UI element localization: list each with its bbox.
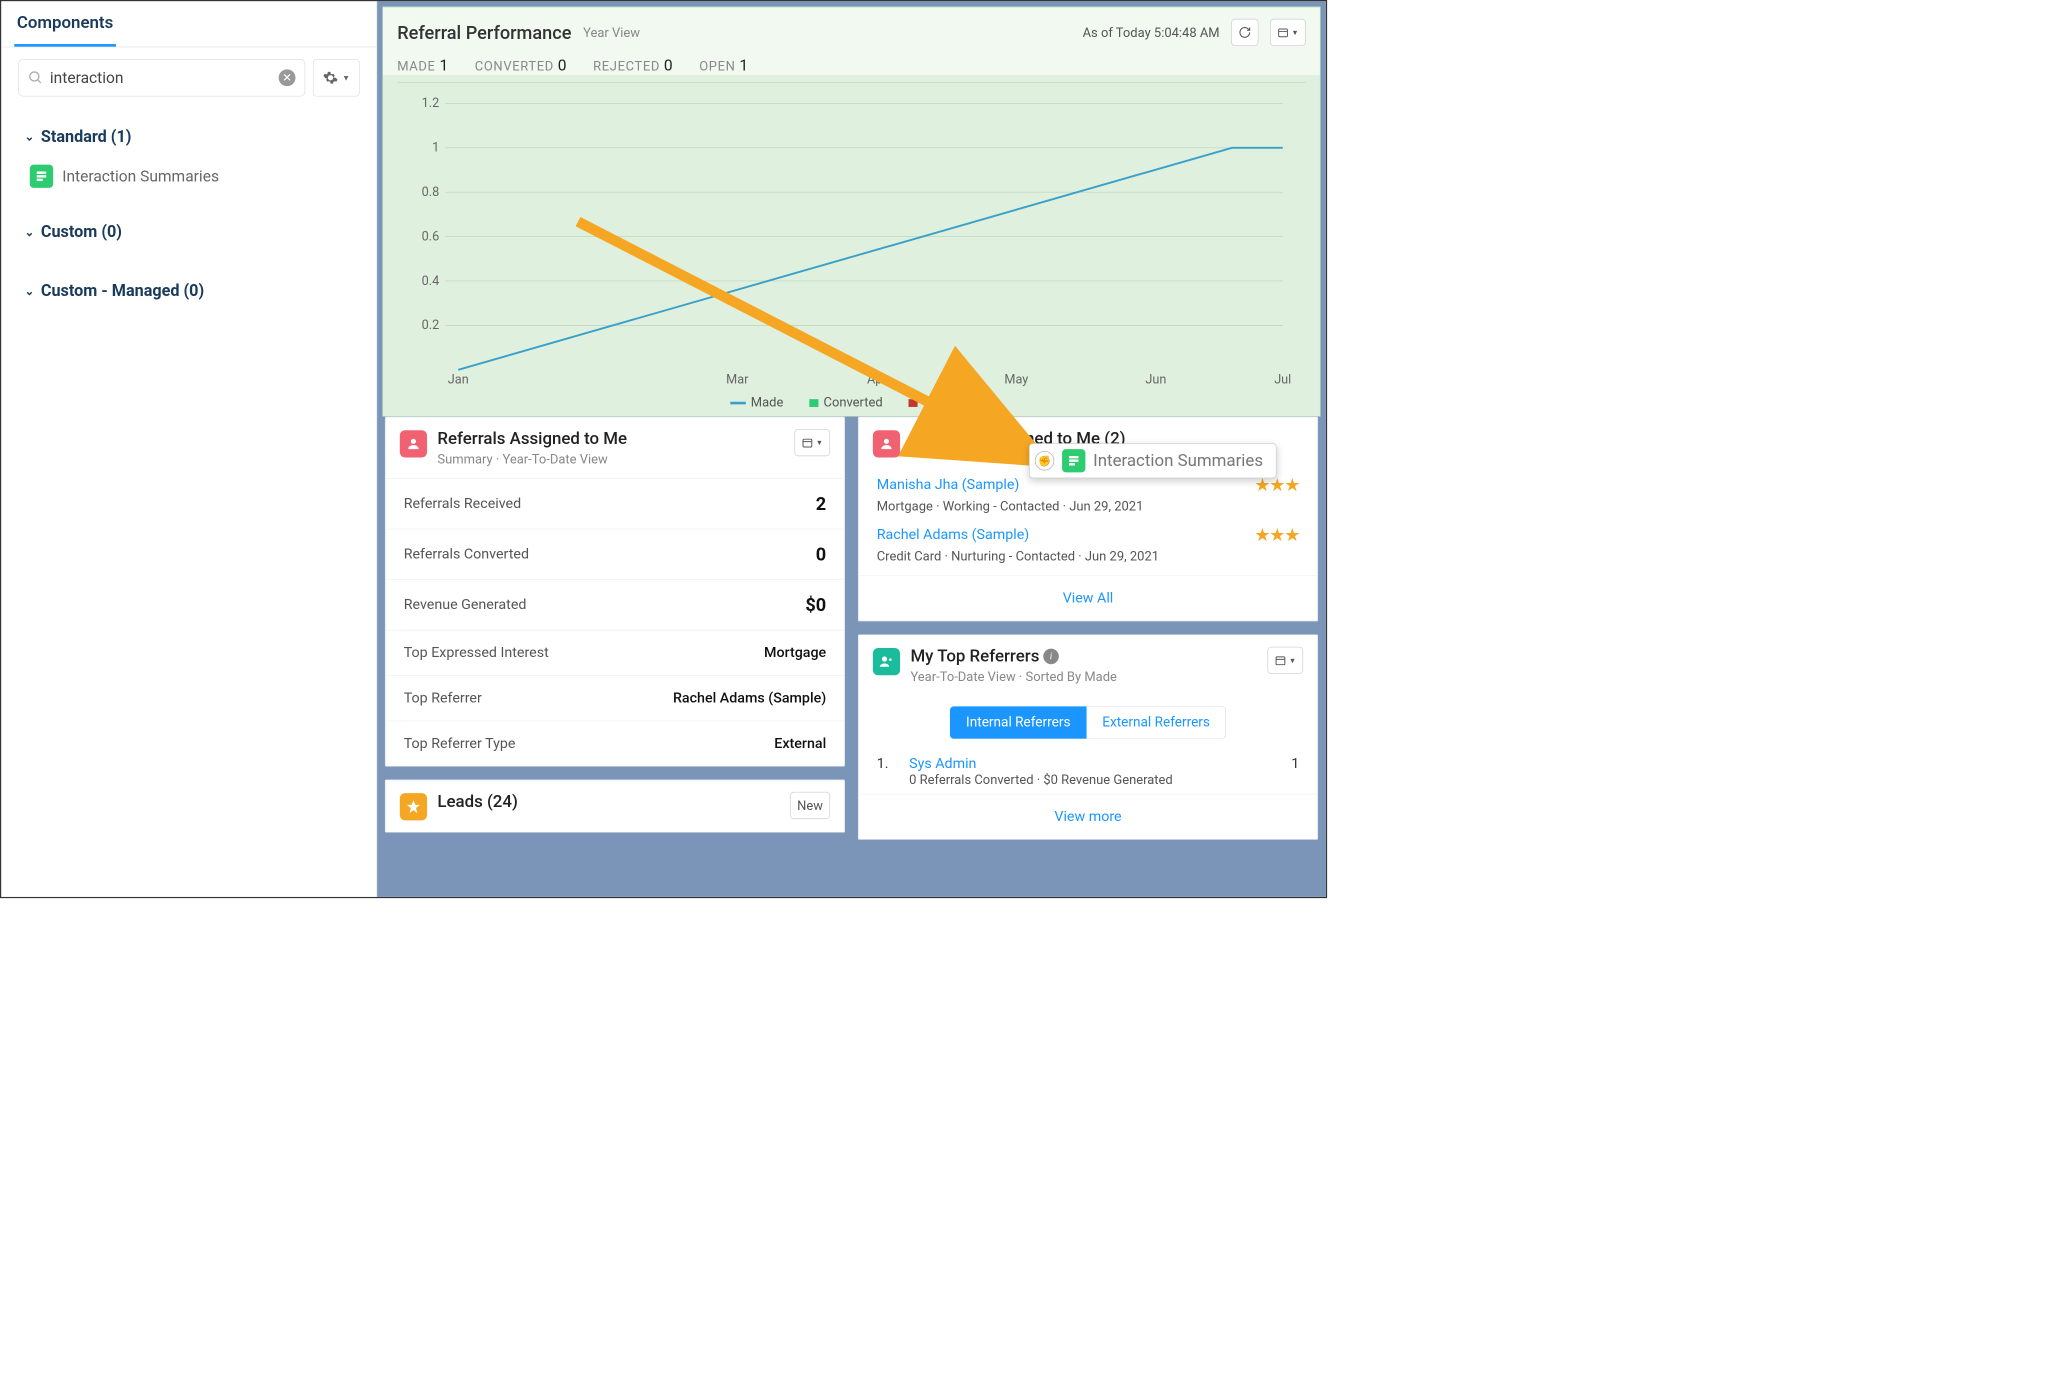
summary-row: Top Expressed InterestMortgage bbox=[386, 630, 845, 675]
search-input[interactable] bbox=[50, 69, 279, 87]
calendar-icon bbox=[802, 437, 814, 449]
card-title: Leads (24) bbox=[437, 792, 517, 811]
stat-rejected: REJECTED0 bbox=[593, 56, 673, 74]
svg-text:Mar: Mar bbox=[726, 373, 749, 388]
info-icon[interactable]: i bbox=[1043, 649, 1059, 665]
settings-button[interactable]: ▼ bbox=[313, 59, 360, 97]
search-icon bbox=[28, 70, 44, 86]
clear-search-icon[interactable]: ✕ bbox=[279, 69, 296, 86]
svg-text:Jul: Jul bbox=[1274, 373, 1291, 388]
components-sidebar: Components ✕ ▼ ⌄ Standard (1) Inter bbox=[1, 1, 377, 897]
svg-text:0.2: 0.2 bbox=[422, 318, 440, 333]
referral-meta: Credit Card · Nurturing - Contacted · Ju… bbox=[877, 548, 1299, 564]
svg-text:Jun: Jun bbox=[1145, 373, 1166, 388]
search-box[interactable]: ✕ bbox=[18, 59, 305, 97]
component-interaction-summaries[interactable]: Interaction Summaries bbox=[18, 158, 359, 194]
view-more-link[interactable]: View more bbox=[859, 794, 1318, 839]
summary-row: Referrals Received2 bbox=[386, 478, 845, 529]
grab-cursor-icon: ✊ bbox=[1035, 451, 1054, 470]
svg-text:Apr: Apr bbox=[867, 373, 887, 388]
date-range-button[interactable]: ▼ bbox=[1268, 647, 1304, 674]
card-title: Referrals Assigned to Me bbox=[437, 429, 627, 448]
component-icon bbox=[30, 165, 53, 188]
drag-preview: ✊ Interaction Summaries bbox=[1029, 443, 1277, 478]
line-chart-svg: 1.2 1 0.8 0.6 0.4 0.2 Jan Mar Apr May Ju… bbox=[397, 91, 1305, 389]
referrer-link[interactable]: Sys Admin bbox=[909, 756, 976, 772]
svg-text:0.6: 0.6 bbox=[422, 229, 440, 244]
page-canvas: Referral Performance Year View As of Tod… bbox=[377, 1, 1326, 897]
referrals-summary-card: Referrals Assigned to Me Summary · Year-… bbox=[385, 417, 845, 767]
rating-stars: ★★★ bbox=[1254, 524, 1299, 545]
stat-open: OPEN1 bbox=[699, 56, 749, 74]
summary-row: Top Referrer TypeExternal bbox=[386, 721, 845, 766]
leads-card: Leads (24) New bbox=[385, 780, 845, 833]
summary-row: Referrals Converted0 bbox=[386, 529, 845, 580]
chevron-down-icon: ⌄ bbox=[25, 284, 35, 298]
caret-down-icon: ▼ bbox=[1292, 28, 1299, 36]
tab-components[interactable]: Components bbox=[14, 1, 116, 46]
stat-made: MADE1 bbox=[397, 56, 449, 74]
referrer-segment: Internal Referrers External Referrers bbox=[859, 696, 1318, 749]
calendar-icon bbox=[1275, 654, 1287, 666]
referrals-icon bbox=[400, 430, 427, 457]
svg-text:Jan: Jan bbox=[448, 373, 469, 388]
caret-down-icon: ▼ bbox=[1289, 656, 1296, 664]
summary-row: Top ReferrerRachel Adams (Sample) bbox=[386, 675, 845, 720]
referrers-icon bbox=[873, 648, 900, 675]
svg-text:0.4: 0.4 bbox=[422, 274, 440, 289]
chart-title: Referral Performance bbox=[397, 22, 571, 43]
top-referrers-card: My Top Referrers i Year-To-Date View · S… bbox=[858, 634, 1318, 839]
chevron-down-icon: ⌄ bbox=[25, 130, 35, 144]
svg-text:1: 1 bbox=[432, 141, 439, 156]
svg-text:1.2: 1.2 bbox=[422, 96, 440, 111]
group-standard[interactable]: ⌄ Standard (1) bbox=[18, 116, 359, 158]
component-icon bbox=[1062, 449, 1085, 472]
new-button[interactable]: New bbox=[790, 792, 830, 819]
as-of-text: As of Today 5:04:48 AM bbox=[1083, 25, 1220, 41]
seg-internal[interactable]: Internal Referrers bbox=[950, 706, 1087, 738]
caret-down-icon: ▼ bbox=[342, 73, 350, 82]
sidebar-tabs: Components bbox=[1, 1, 376, 47]
card-subtitle: Summary · Year-To-Date View bbox=[437, 451, 627, 467]
group-custom-managed[interactable]: ⌄ Custom - Managed (0) bbox=[18, 270, 359, 312]
date-range-button[interactable]: ▼ bbox=[795, 429, 831, 456]
stat-converted: CONVERTED0 bbox=[475, 56, 567, 74]
caret-down-icon: ▼ bbox=[816, 438, 823, 446]
svg-text:May: May bbox=[1004, 373, 1028, 388]
referral-performance-card: Referral Performance Year View As of Tod… bbox=[382, 6, 1320, 416]
svg-text:0.8: 0.8 bbox=[422, 185, 440, 200]
referral-item[interactable]: Rachel Adams (Sample) ★★★ Credit Card · … bbox=[859, 519, 1318, 575]
view-all-link[interactable]: View All bbox=[859, 575, 1318, 620]
summary-row: Revenue Generated$0 bbox=[386, 579, 845, 630]
leads-icon bbox=[400, 793, 427, 820]
card-subtitle: Year-To-Date View · Sorted By Made bbox=[910, 669, 1116, 685]
referrer-row[interactable]: 1. Sys Admin 0 Referrals Converted · $0 … bbox=[859, 749, 1318, 794]
referral-meta: Mortgage · Working - Contacted · Jun 29,… bbox=[877, 498, 1299, 514]
chevron-down-icon: ⌄ bbox=[25, 226, 35, 240]
refresh-icon bbox=[1238, 26, 1251, 39]
referrals-icon bbox=[873, 430, 900, 457]
seg-external[interactable]: External Referrers bbox=[1087, 706, 1226, 738]
group-custom[interactable]: ⌄ Custom (0) bbox=[18, 211, 359, 253]
chart-plot: 1.2 1 0.8 0.6 0.4 0.2 Jan Mar Apr May Ju… bbox=[397, 82, 1305, 409]
referral-link[interactable]: Rachel Adams (Sample) bbox=[877, 527, 1030, 543]
calendar-icon bbox=[1277, 27, 1289, 39]
gear-icon bbox=[323, 70, 339, 86]
date-range-button[interactable]: ▼ bbox=[1270, 19, 1306, 46]
chart-legend: Made Converted Rejected bbox=[397, 391, 1305, 409]
chart-subtitle: Year View bbox=[583, 25, 640, 41]
referral-link[interactable]: Manisha Jha (Sample) bbox=[877, 477, 1020, 493]
card-title: My Top Referrers bbox=[910, 647, 1039, 666]
refresh-button[interactable] bbox=[1231, 19, 1258, 46]
